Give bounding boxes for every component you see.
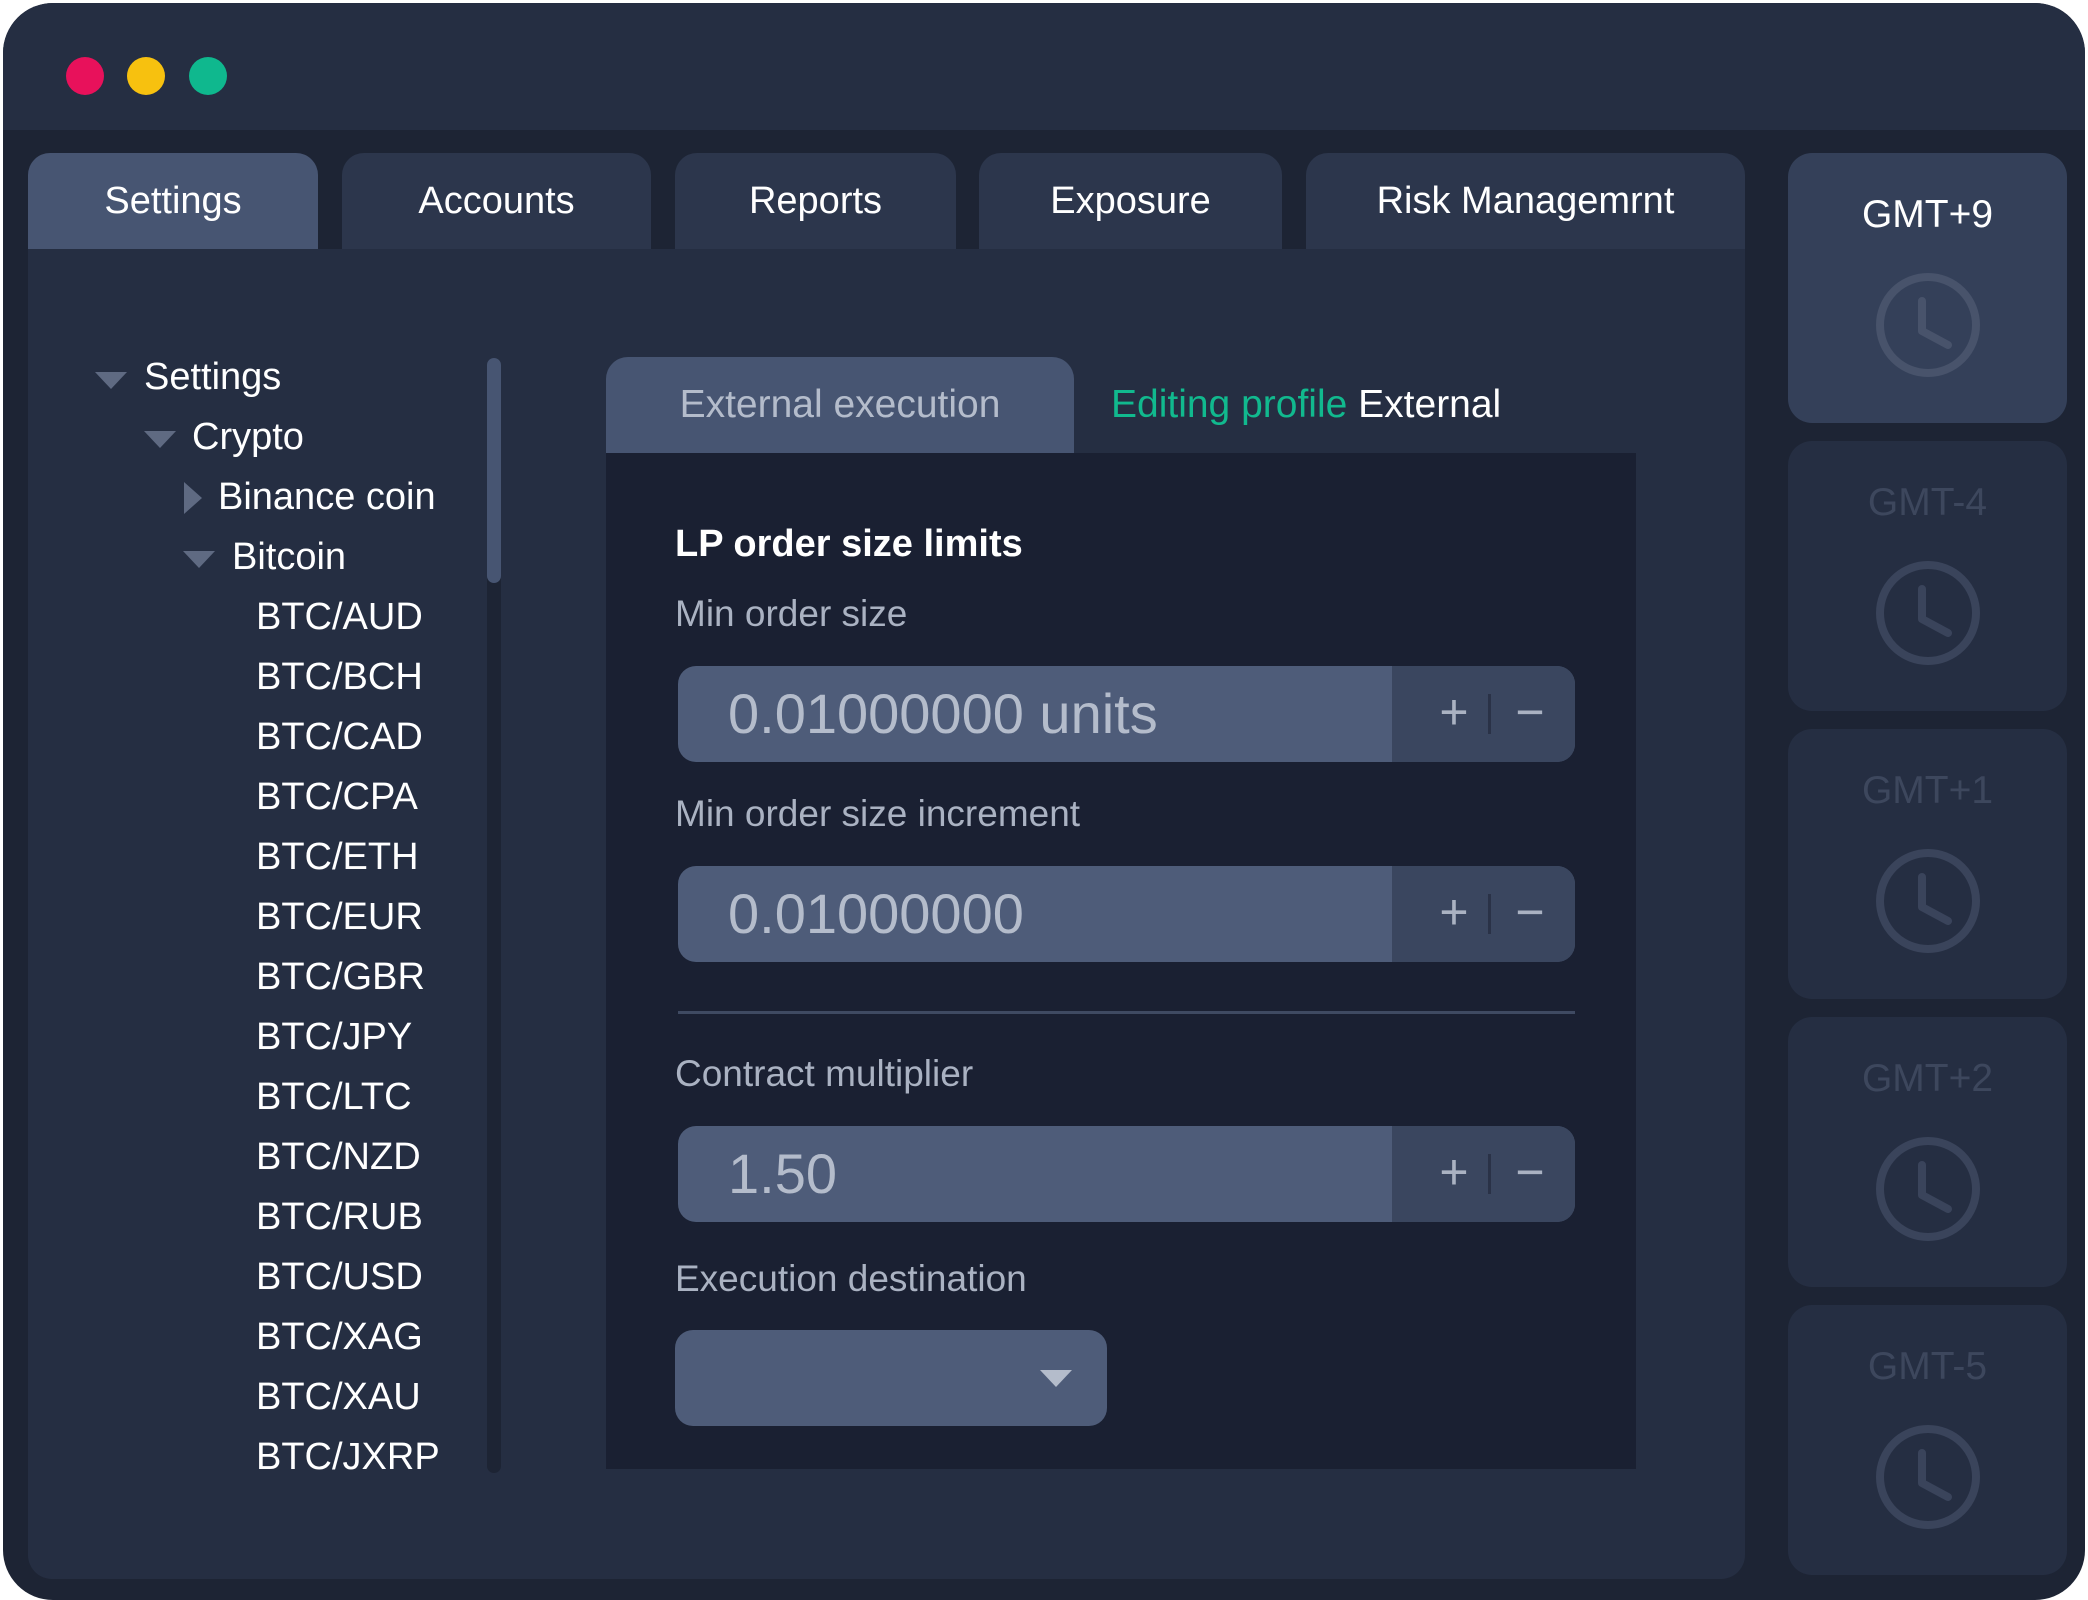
tree-item-pair[interactable]: BTC/NZD (256, 1132, 421, 1182)
clock-icon (1876, 1137, 1980, 1241)
contract-multiplier-value[interactable]: 1.50 (728, 1126, 837, 1222)
tab-label: Reports (748, 179, 883, 222)
tree-item-pair[interactable]: BTC/AUD (256, 592, 423, 642)
expanded-caret-icon[interactable] (183, 551, 215, 568)
clock-icon (1876, 561, 1980, 665)
section-divider (678, 1011, 1575, 1014)
timezone-card-gmt-minus-5[interactable]: GMT-5 (1788, 1305, 2067, 1575)
tree-item-pair[interactable]: BTC/USD (256, 1252, 423, 1302)
min-order-increment-value[interactable]: 0.01000000 (728, 866, 1024, 962)
tree-item-pair[interactable]: BTC/LTC (256, 1072, 412, 1122)
tab-label: Accounts (418, 179, 575, 222)
tree-item-binance-coin[interactable]: Binance coin (218, 472, 436, 522)
app-window: Settings Accounts Reports Exposure Risk … (3, 3, 2085, 1600)
maximize-window-button[interactable] (189, 57, 227, 95)
min-order-size-label: Min order size (675, 593, 908, 634)
min-order-increment-label: Min order size increment (675, 793, 1081, 834)
clock-icon (1876, 1425, 1980, 1529)
tree-item-pair[interactable]: BTC/EUR (256, 892, 423, 942)
increment-button[interactable]: + (1424, 666, 1484, 762)
timezone-card-gmt-plus-2[interactable]: GMT+2 (1788, 1017, 2067, 1287)
tab-settings[interactable]: Settings (28, 153, 318, 249)
tab-label: Exposure (1050, 179, 1211, 222)
timezone-card-gmt-plus-9[interactable]: GMT+9 (1788, 153, 2067, 423)
tree-item-pair[interactable]: BTC/BCH (256, 652, 423, 702)
min-order-increment-stepper: + − (1392, 866, 1575, 962)
tree-item-crypto[interactable]: Crypto (192, 412, 304, 462)
timezone-card-gmt-plus-1[interactable]: GMT+1 (1788, 729, 2067, 999)
expanded-caret-icon[interactable] (95, 372, 127, 389)
min-order-size-field[interactable]: 0.01000000 units + − (678, 666, 1575, 762)
min-order-size-stepper: + − (1392, 666, 1575, 762)
timezone-label: GMT+1 (1861, 769, 1994, 812)
tab-label: Risk Managemrnt (1376, 179, 1675, 222)
tab-reports[interactable]: Reports (675, 153, 956, 249)
contract-multiplier-stepper: + − (1392, 1126, 1575, 1222)
editing-prefix: Editing profile (1111, 383, 1348, 426)
tree-scrollbar-thumb[interactable] (487, 358, 501, 583)
tree-item-pair[interactable]: BTC/CPA (256, 772, 418, 822)
timezone-card-gmt-minus-4[interactable]: GMT-4 (1788, 441, 2067, 711)
tab-label: Settings (104, 179, 242, 222)
timezone-label: GMT-5 (1867, 1345, 1988, 1388)
tree-item-settings[interactable]: Settings (144, 352, 281, 402)
timezone-label: GMT+2 (1861, 1057, 1994, 1100)
tree-item-pair[interactable]: BTC/ETH (256, 832, 419, 882)
execution-destination-select[interactable] (675, 1330, 1107, 1426)
decrement-button[interactable]: − (1500, 1126, 1560, 1222)
tab-risk-management[interactable]: Risk Managemrnt (1306, 153, 1745, 249)
tab-external-execution[interactable]: External execution (606, 357, 1074, 453)
expanded-caret-icon[interactable] (144, 431, 176, 448)
execution-destination-label: Execution destination (675, 1258, 1027, 1299)
editing-profile-name: External (1358, 383, 1502, 426)
decrement-button[interactable]: − (1500, 666, 1560, 762)
contract-multiplier-label: Contract multiplier (675, 1053, 974, 1094)
tree-item-pair[interactable]: BTC/RUB (256, 1192, 423, 1242)
timezone-label: GMT-4 (1867, 481, 1988, 524)
min-order-increment-field[interactable]: 0.01000000 + − (678, 866, 1575, 962)
chevron-down-icon (1040, 1370, 1072, 1387)
close-window-button[interactable] (66, 57, 104, 95)
increment-button[interactable]: + (1424, 866, 1484, 962)
minimize-window-button[interactable] (127, 57, 165, 95)
timezone-label: GMT+9 (1861, 193, 1994, 236)
subtab-label: External execution (679, 383, 1001, 426)
tree-item-pair[interactable]: BTC/XAG (256, 1312, 423, 1362)
contract-multiplier-field[interactable]: 1.50 + − (678, 1126, 1575, 1222)
clock-icon (1876, 273, 1980, 377)
tree-item-pair[interactable]: BTC/JXRP (256, 1432, 440, 1482)
decrement-button[interactable]: − (1500, 866, 1560, 962)
tree-item-pair[interactable]: BTC/JPY (256, 1012, 412, 1062)
stepper-divider (1488, 1154, 1491, 1194)
tree-item-bitcoin[interactable]: Bitcoin (232, 532, 346, 582)
stepper-divider (1488, 694, 1491, 734)
increment-button[interactable]: + (1424, 1126, 1484, 1222)
tree-item-pair[interactable]: BTC/XAU (256, 1372, 421, 1422)
section-title: LP order size limits (675, 523, 1023, 565)
collapsed-caret-icon[interactable] (184, 482, 202, 514)
editing-profile-label: Editing profile External (1111, 377, 1501, 433)
tree-item-pair[interactable]: BTC/GBR (256, 952, 425, 1002)
tab-accounts[interactable]: Accounts (342, 153, 651, 249)
stepper-divider (1488, 894, 1491, 934)
clock-icon (1876, 849, 1980, 953)
min-order-size-value[interactable]: 0.01000000 units (728, 666, 1158, 762)
tab-exposure[interactable]: Exposure (979, 153, 1282, 249)
tree-item-pair[interactable]: BTC/CAD (256, 712, 423, 762)
title-bar (3, 3, 2085, 130)
